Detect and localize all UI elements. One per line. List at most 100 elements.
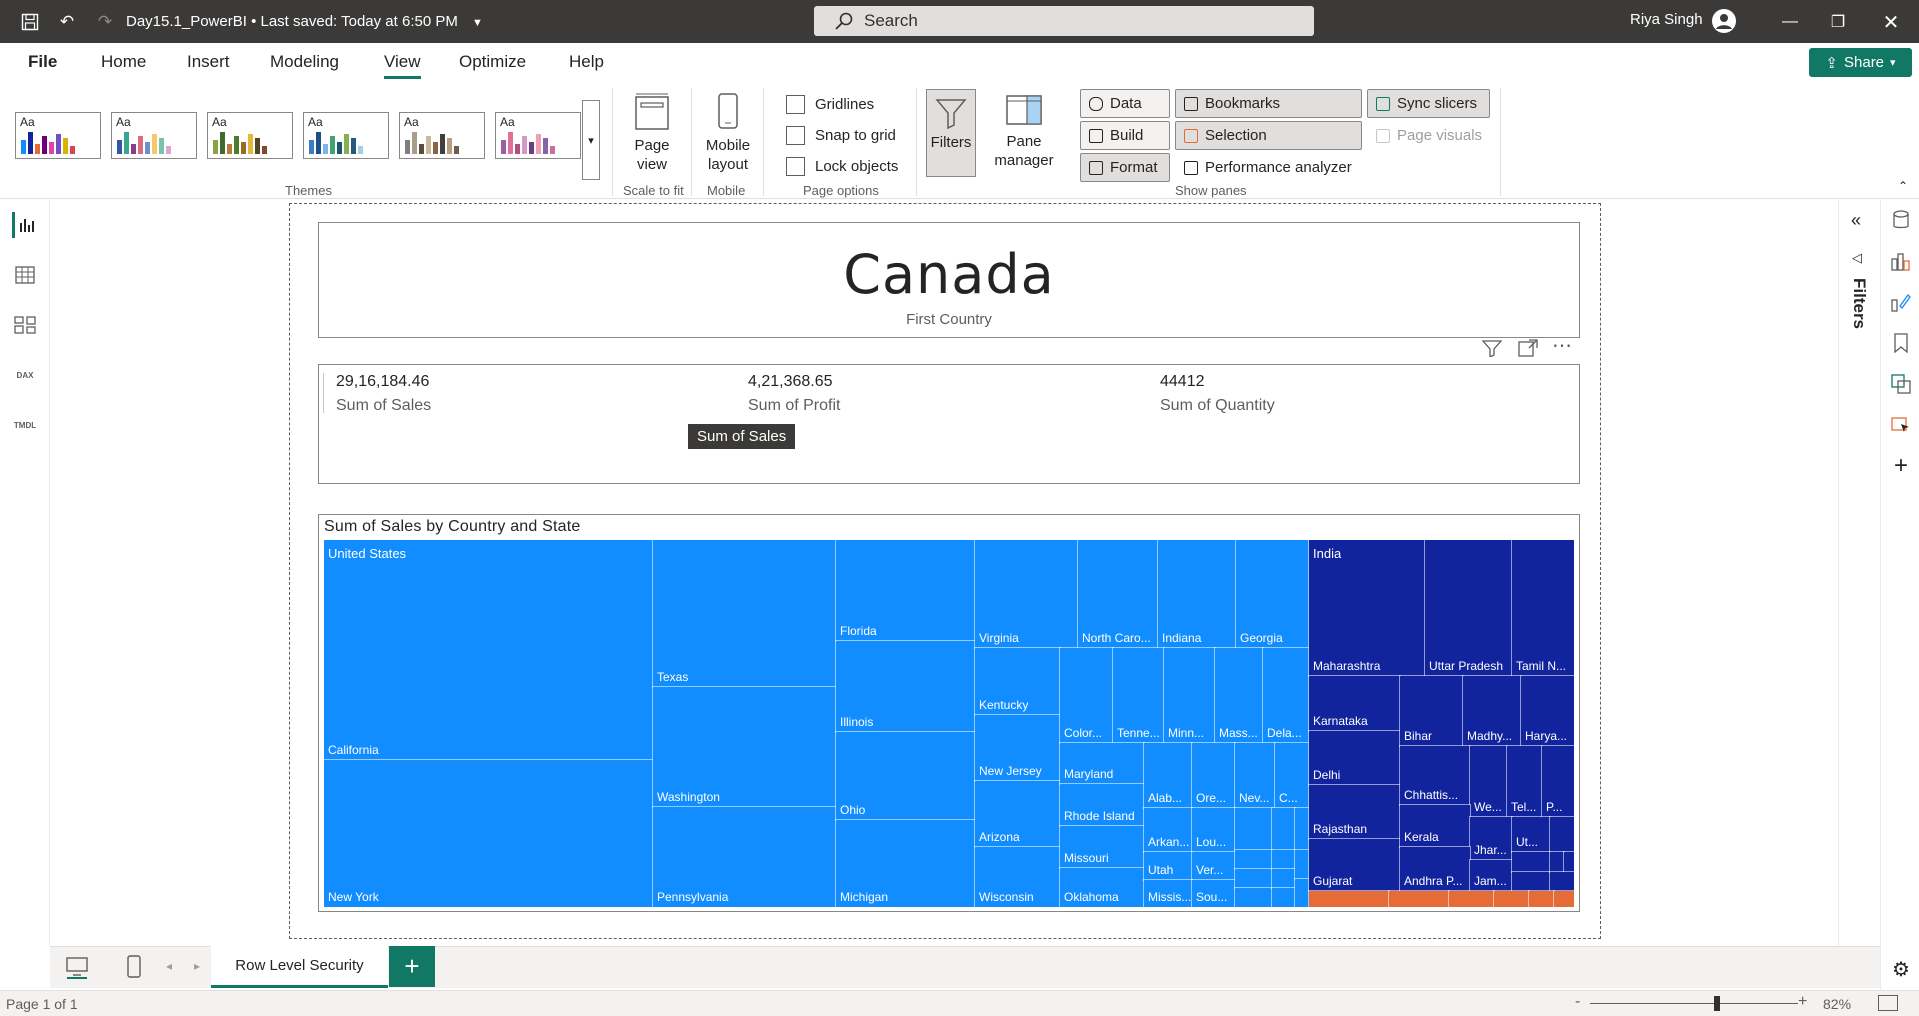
selection-pane-button[interactable]: Selection (1175, 121, 1362, 150)
themes-expand-button[interactable]: ▾ (582, 100, 600, 180)
collapse-ribbon-icon[interactable]: ⌃ (1898, 179, 1908, 193)
treemap-tile-state[interactable]: Jhar... (1469, 816, 1513, 861)
treemap-tile-state[interactable]: C... (1274, 742, 1310, 809)
zoom-slider-thumb[interactable] (1714, 996, 1720, 1011)
snap-to-grid-checkbox[interactable]: Snap to grid (786, 126, 896, 145)
treemap-tile-state[interactable]: Wisconsin (974, 846, 1061, 908)
theme-swatch[interactable]: Aa (111, 112, 197, 159)
treemap-tile-state[interactable]: Washington (652, 686, 837, 808)
theme-swatch[interactable]: Aa (207, 112, 293, 159)
theme-swatch[interactable]: Aa (399, 112, 485, 159)
treemap-tile-state[interactable]: Utah (1143, 851, 1193, 881)
build-pane-button[interactable]: Build (1080, 121, 1170, 150)
more-options-icon[interactable]: ⋯ (1552, 333, 1572, 358)
treemap-tile[interactable] (1493, 890, 1530, 908)
menu-modeling[interactable]: Modeling (270, 52, 339, 72)
treemap-tile-state[interactable]: Jam... (1469, 859, 1513, 892)
save-icon[interactable] (19, 11, 41, 33)
treemap-tile-state[interactable]: Ver... (1191, 851, 1236, 881)
theme-swatch[interactable]: Aa (15, 112, 101, 159)
treemap-tile-state[interactable]: Madhy... (1462, 675, 1522, 747)
focus-mode-icon[interactable] (1518, 339, 1538, 362)
mobile-layout-icon[interactable] (126, 955, 142, 979)
treemap-tile-state[interactable]: Rajasthan (1308, 784, 1401, 840)
chevron-down-icon[interactable]: ▼ (472, 17, 483, 29)
treemap-tile-state[interactable]: New Jersey (974, 714, 1061, 782)
treemap-tile-state[interactable]: Lou... (1191, 807, 1236, 853)
treemap-tile-state[interactable]: Kentucky (974, 647, 1061, 716)
previous-page-icon[interactable]: ◂ (166, 959, 172, 973)
theme-swatch[interactable]: Aa (495, 112, 581, 159)
minimize-icon[interactable]: — (1775, 8, 1805, 36)
format-pane-button[interactable]: Format (1080, 153, 1170, 182)
next-page-icon[interactable]: ▸ (194, 959, 200, 973)
treemap-tile-state[interactable]: We... (1469, 745, 1508, 818)
treemap-tile-state[interactable]: Color... (1059, 647, 1114, 744)
treemap-tile[interactable] (1549, 851, 1565, 873)
treemap-tile-state[interactable]: Ohio (835, 731, 976, 821)
treemap-tile-state[interactable]: Bihar (1399, 675, 1464, 747)
filter-icon[interactable] (1481, 339, 1503, 362)
zoom-in-button[interactable]: + (1798, 993, 1807, 1011)
filters-button[interactable]: Filters (926, 89, 976, 177)
treemap-tile-state[interactable]: Chhattis... (1399, 745, 1471, 806)
settings-icon[interactable]: ⚙ (1890, 958, 1912, 981)
performance-analyzer-button[interactable]: Performance analyzer (1175, 153, 1362, 182)
treemap-tile-state[interactable]: Oklahoma (1059, 867, 1145, 908)
model-view-icon[interactable] (12, 312, 38, 338)
treemap-tile[interactable] (1234, 849, 1273, 870)
bookmark-icon[interactable] (1890, 332, 1912, 354)
filters-pane[interactable]: « ◁ Filters (1838, 200, 1878, 946)
treemap-tile[interactable] (1308, 890, 1390, 908)
treemap-visual[interactable]: Sum of Sales by Country and State Califo… (318, 514, 1580, 912)
treemap-tile-state[interactable]: Uttar Pradesh (1424, 539, 1513, 677)
treemap-tile-state[interactable]: Missouri (1059, 825, 1145, 869)
lock-objects-checkbox[interactable]: Lock objects (786, 157, 898, 176)
sync-slicers-button[interactable]: Sync slicers (1367, 89, 1490, 118)
page-view-button[interactable]: Page view (624, 92, 680, 174)
treemap-tile[interactable] (1271, 887, 1296, 908)
country-card[interactable]: Canada First Country (318, 222, 1580, 338)
redo-icon[interactable]: ↷ (94, 11, 116, 33)
document-title[interactable]: Day15.1_PowerBI • Last saved: Today at 6… (126, 13, 483, 30)
restore-icon[interactable]: ❐ (1823, 8, 1853, 36)
treemap-tile-state[interactable]: Andhra P... (1399, 846, 1471, 892)
treemap-tile-state[interactable]: Florida (835, 539, 976, 642)
treemap-tile-state[interactable]: Harya... (1520, 675, 1575, 747)
treemap-tile-state[interactable]: Tamil N... (1511, 539, 1575, 677)
treemap-tile[interactable] (1528, 890, 1555, 908)
data-pane-button[interactable]: Data (1080, 89, 1170, 118)
treemap-tile-state[interactable]: Tenne... (1112, 647, 1165, 744)
zoom-out-button[interactable]: - (1575, 993, 1580, 1011)
mobile-layout-button[interactable]: Mobile layout (699, 92, 757, 174)
treemap-tile-state[interactable]: Texas (652, 539, 837, 688)
close-icon[interactable]: ✕ (1876, 8, 1906, 36)
report-view-icon[interactable] (12, 212, 38, 238)
user-name[interactable]: Riya Singh (1630, 11, 1703, 28)
treemap-tile-state[interactable]: Nev... (1234, 742, 1276, 809)
treemap-tile[interactable] (1511, 871, 1551, 892)
add-page-button[interactable]: + (389, 946, 435, 987)
menu-insert[interactable]: Insert (187, 52, 230, 72)
page-visuals-button[interactable]: Page visuals (1367, 121, 1490, 150)
treemap-tile-state[interactable]: Missis... (1143, 879, 1193, 908)
treemap-tile-state[interactable]: Minn... (1163, 647, 1216, 744)
treemap-tile[interactable] (1553, 890, 1575, 908)
table-view-icon[interactable] (12, 262, 38, 288)
treemap-tile-state[interactable]: Tel... (1506, 745, 1543, 818)
treemap-tile-state[interactable]: New York (323, 759, 654, 908)
theme-swatch[interactable]: Aa (303, 112, 389, 159)
gridlines-checkbox[interactable]: Gridlines (786, 95, 874, 114)
treemap-tile-state[interactable]: Virginia (974, 539, 1079, 649)
data-pane-icon[interactable] (1890, 209, 1912, 231)
pane-manager-button[interactable]: Pane manager (988, 92, 1060, 170)
treemap-tile[interactable] (1294, 878, 1310, 908)
treemap-tile[interactable] (1271, 868, 1296, 889)
menu-help[interactable]: Help (569, 52, 604, 72)
treemap-tile-state[interactable]: P... (1541, 745, 1575, 818)
treemap-tile[interactable] (1448, 890, 1495, 908)
page-tab-row-level-security[interactable]: Row Level Security (211, 946, 388, 988)
treemap-tile-state[interactable]: Mass... (1214, 647, 1264, 744)
dax-query-view-icon[interactable]: DAX (12, 362, 38, 388)
treemap-tile-state[interactable]: Michigan (835, 819, 976, 908)
